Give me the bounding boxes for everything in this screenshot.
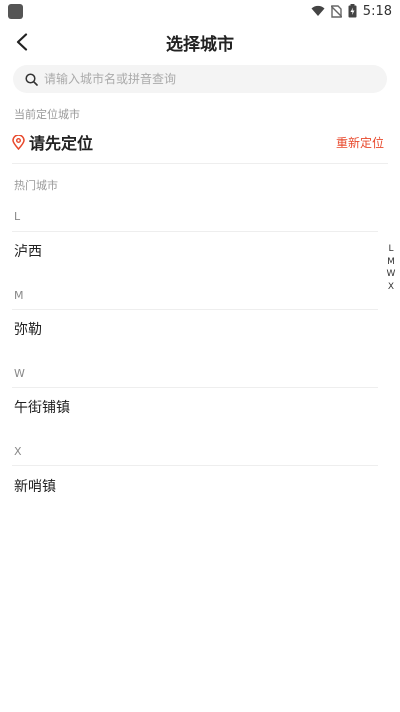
status-icons: 5:18 (311, 4, 392, 19)
search-box[interactable] (13, 65, 387, 93)
location-value[interactable]: 请先定位 (12, 130, 93, 154)
city-item[interactable]: 泸西 (14, 241, 42, 261)
app-notification-icon (8, 3, 23, 19)
status-bar: 5:18 (0, 0, 400, 22)
index-letter-w[interactable]: W (387, 268, 396, 281)
nav-bar: 选择城市 (0, 24, 400, 60)
divider (12, 309, 378, 310)
hot-cities-label: 热门城市 (14, 179, 58, 192)
current-location-label: 当前定位城市 (14, 108, 80, 121)
letter-header-x: X (14, 445, 22, 458)
letter-header-m: M (14, 289, 24, 302)
divider (12, 231, 378, 232)
index-letter-m[interactable]: M (387, 256, 395, 269)
location-status-text: 请先定位 (29, 134, 94, 153)
search-icon (25, 72, 38, 86)
letter-header-l: L (14, 210, 21, 223)
status-time: 5:18 (362, 3, 392, 19)
location-pin-icon (12, 134, 25, 150)
divider (12, 387, 378, 388)
page-title: 选择城市 (166, 34, 234, 55)
relocate-button[interactable]: 重新定位 (336, 134, 388, 151)
wifi-icon (311, 5, 325, 16)
back-button[interactable] (8, 28, 36, 56)
alphabet-index-bar[interactable]: L M W X (384, 243, 398, 293)
chevron-left-icon (16, 33, 28, 51)
city-item[interactable]: 弥勒 (14, 319, 42, 339)
index-letter-l[interactable]: L (388, 243, 393, 256)
index-letter-x[interactable]: X (388, 281, 394, 294)
search-input[interactable] (44, 72, 344, 86)
current-location-row: 请先定位 重新定位 (12, 128, 388, 156)
divider (12, 163, 388, 164)
city-item[interactable]: 新哨镇 (14, 476, 56, 496)
city-item[interactable]: 午街铺镇 (14, 397, 70, 417)
battery-charging-icon (348, 4, 357, 18)
divider (12, 465, 378, 466)
no-sim-icon (330, 4, 342, 18)
letter-header-w: W (14, 367, 25, 380)
